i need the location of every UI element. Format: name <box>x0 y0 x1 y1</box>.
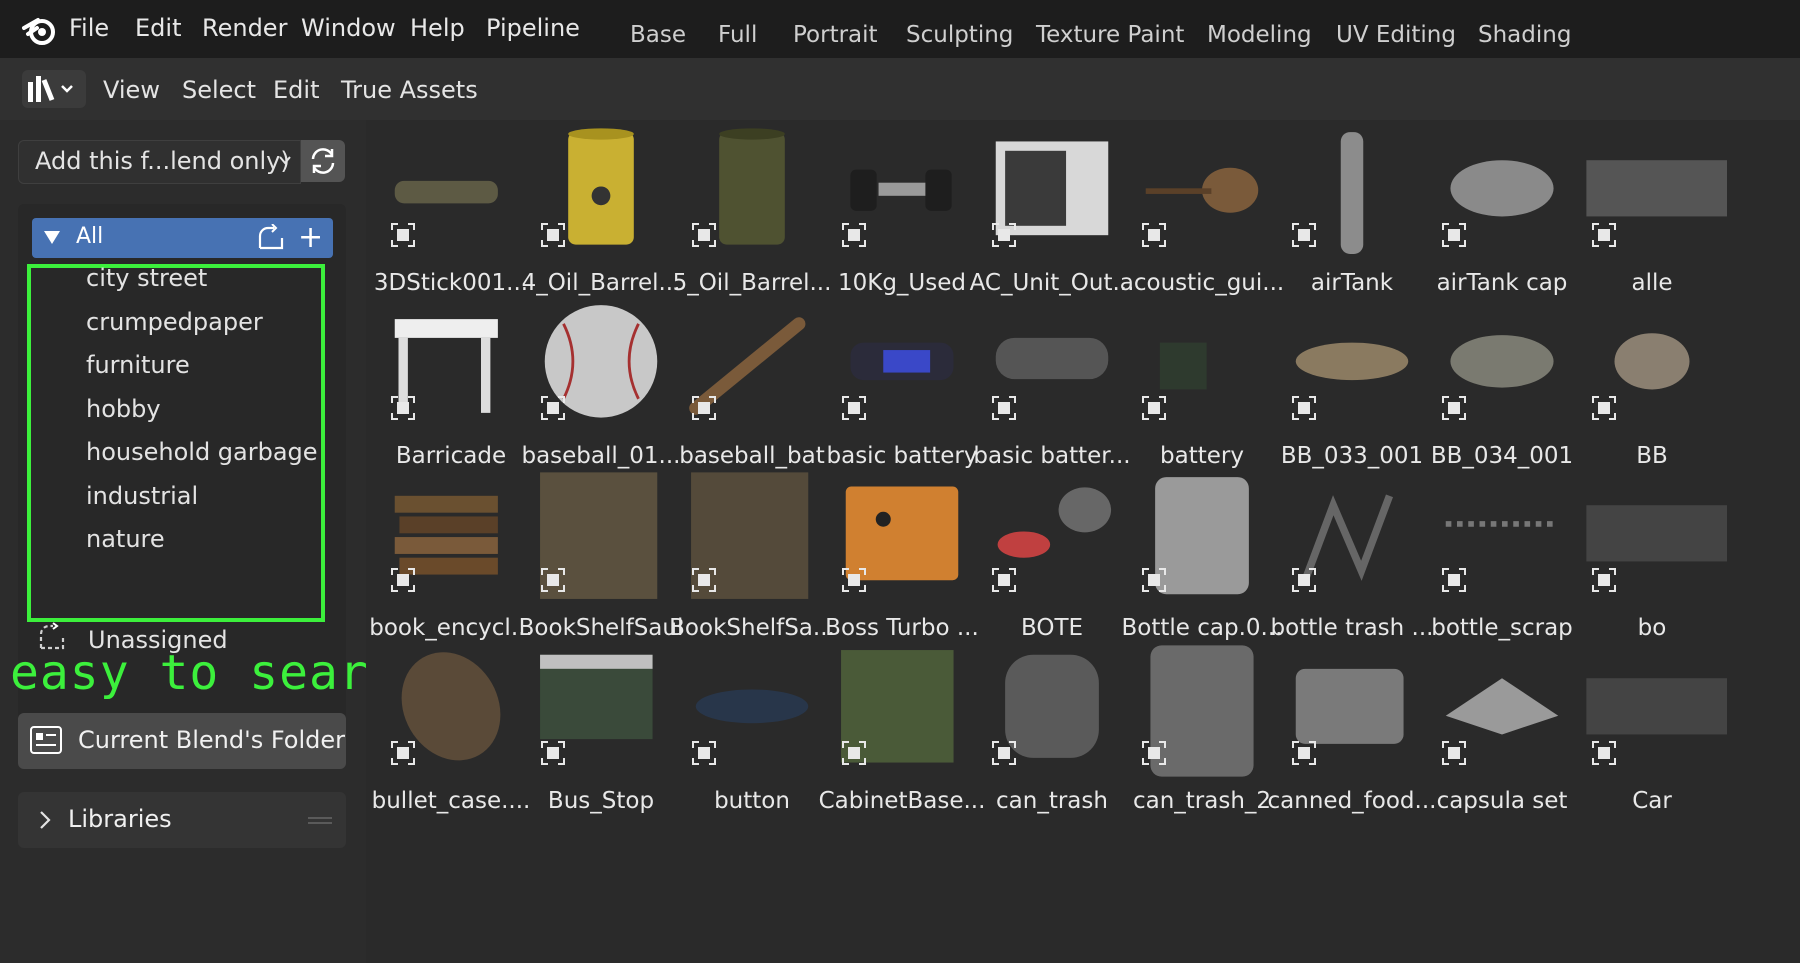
catalog-item-hobby[interactable]: hobby <box>86 395 161 423</box>
asset-type-icon <box>1141 567 1167 593</box>
libraries-panel-header[interactable]: Libraries <box>18 792 346 848</box>
workspace-tab-texture-paint[interactable]: Texture Paint <box>1036 22 1184 48</box>
menu-pipeline[interactable]: Pipeline <box>486 14 580 42</box>
menu-render[interactable]: Render <box>202 14 287 42</box>
workspace-tab-modeling[interactable]: Modeling <box>1207 22 1312 48</box>
asset-type-icon <box>540 395 566 421</box>
asset-type-icon <box>1441 567 1467 593</box>
drag-grip-icon[interactable] <box>308 816 332 826</box>
asset-type-icon <box>1141 395 1167 421</box>
asset-type-icon <box>991 395 1017 421</box>
asset-type-icon <box>1291 222 1317 248</box>
asset-type-icon <box>540 222 566 248</box>
asset-type-icon <box>390 740 416 766</box>
menu-file[interactable]: File <box>69 14 109 42</box>
add-catalog-plus-icon[interactable]: + <box>298 218 323 258</box>
asset-type-icon <box>390 567 416 593</box>
asset-type-icon <box>1591 222 1617 248</box>
asset-grid: 3DStick001... 4_Oil_Barrel... 5_Oil_Barrel… <box>366 120 1800 963</box>
new-catalog-icon[interactable] <box>256 224 288 252</box>
catalog-item-city-street[interactable]: city street <box>86 264 207 292</box>
asset-type-icon <box>1141 740 1167 766</box>
header-menu-view[interactable]: View <box>103 76 160 104</box>
asset-type-icon <box>1291 740 1317 766</box>
catalog-item-household-garbage[interactable]: household garbage <box>86 438 318 466</box>
menu-edit[interactable]: Edit <box>135 14 181 42</box>
libraries-label: Libraries <box>68 805 172 833</box>
catalog-item-industrial[interactable]: industrial <box>86 482 198 510</box>
asset-type-icon <box>1441 740 1467 766</box>
current-blend-folder-button[interactable]: Current Blend's Folder <box>18 713 346 769</box>
collapse-triangle-icon[interactable] <box>44 231 60 245</box>
asset-type-icon <box>1591 567 1617 593</box>
refresh-button[interactable] <box>301 140 345 182</box>
asset-type-icon <box>991 222 1017 248</box>
menu-help[interactable]: Help <box>410 14 465 42</box>
catalog-all-label: All <box>76 224 104 249</box>
asset-type-icon <box>540 567 566 593</box>
asset-type-icon <box>841 222 867 248</box>
asset-type-icon <box>691 740 717 766</box>
asset-type-icon <box>841 395 867 421</box>
workspace-tab-base[interactable]: Base <box>630 22 686 48</box>
asset-type-icon <box>390 395 416 421</box>
workspace-tab-uv-editing[interactable]: UV Editing <box>1336 22 1456 48</box>
asset-label: Car <box>1632 788 1672 814</box>
workspace-tab-portrait[interactable]: Portrait <box>793 22 878 48</box>
asset-type-icon <box>1591 395 1617 421</box>
asset-tile[interactable]: BB <box>1567 283 1737 481</box>
asset-type-icon <box>991 740 1017 766</box>
header-menu-true-assets[interactable]: True Assets <box>341 76 478 104</box>
asset-type-icon <box>1291 395 1317 421</box>
workspace-tab-sculpting[interactable]: Sculpting <box>906 22 1013 48</box>
asset-type-icon <box>691 395 717 421</box>
chevron-right-icon <box>40 811 51 829</box>
header-menu-select[interactable]: Select <box>182 76 256 104</box>
current-blend-folder-label: Current Blend's Folder <box>78 726 346 754</box>
catalog-item-furniture[interactable]: furniture <box>86 351 190 379</box>
asset-type-icon <box>841 740 867 766</box>
asset-browser-header: View Select Edit True Assets <box>0 58 1800 121</box>
refresh-icon <box>311 148 335 174</box>
catalog-all[interactable]: All + <box>32 218 333 258</box>
asset-type-icon <box>1441 222 1467 248</box>
asset-type-icon <box>1441 395 1467 421</box>
asset-tile[interactable]: bo <box>1567 455 1737 653</box>
blender-logo-icon[interactable] <box>20 12 60 48</box>
asset-type-icon <box>691 567 717 593</box>
asset-type-icon <box>841 567 867 593</box>
asset-tile[interactable]: alle <box>1567 120 1737 308</box>
asset-type-icon <box>390 222 416 248</box>
menu-window[interactable]: Window <box>301 14 396 42</box>
header-menu-edit[interactable]: Edit <box>273 76 319 104</box>
catalog-item-crumpedpaper[interactable]: crumpedpaper <box>86 308 263 336</box>
asset-type-icon <box>1591 740 1617 766</box>
workspace-tab-shading[interactable]: Shading <box>1478 22 1571 48</box>
editor-type-selector[interactable] <box>22 70 86 108</box>
asset-type-icon <box>991 567 1017 593</box>
asset-type-icon <box>691 222 717 248</box>
asset-type-icon <box>1141 222 1167 248</box>
asset-type-icon <box>540 740 566 766</box>
top-menu-bar: File Edit Render Window Help Pipeline Ba… <box>0 0 1800 58</box>
catalog-item-nature[interactable]: nature <box>86 525 165 553</box>
chevron-down-icon <box>279 156 291 165</box>
asset-tile[interactable]: Car <box>1567 628 1737 826</box>
workspace-tab-full[interactable]: Full <box>718 22 757 48</box>
asset-browser-icon <box>28 76 73 102</box>
import-method-dropdown[interactable]: Add this f...lend only) <box>18 140 301 184</box>
asset-type-icon <box>1291 567 1317 593</box>
import-method-value: Add this f...lend only) <box>35 147 290 175</box>
file-browser-icon <box>30 726 62 754</box>
